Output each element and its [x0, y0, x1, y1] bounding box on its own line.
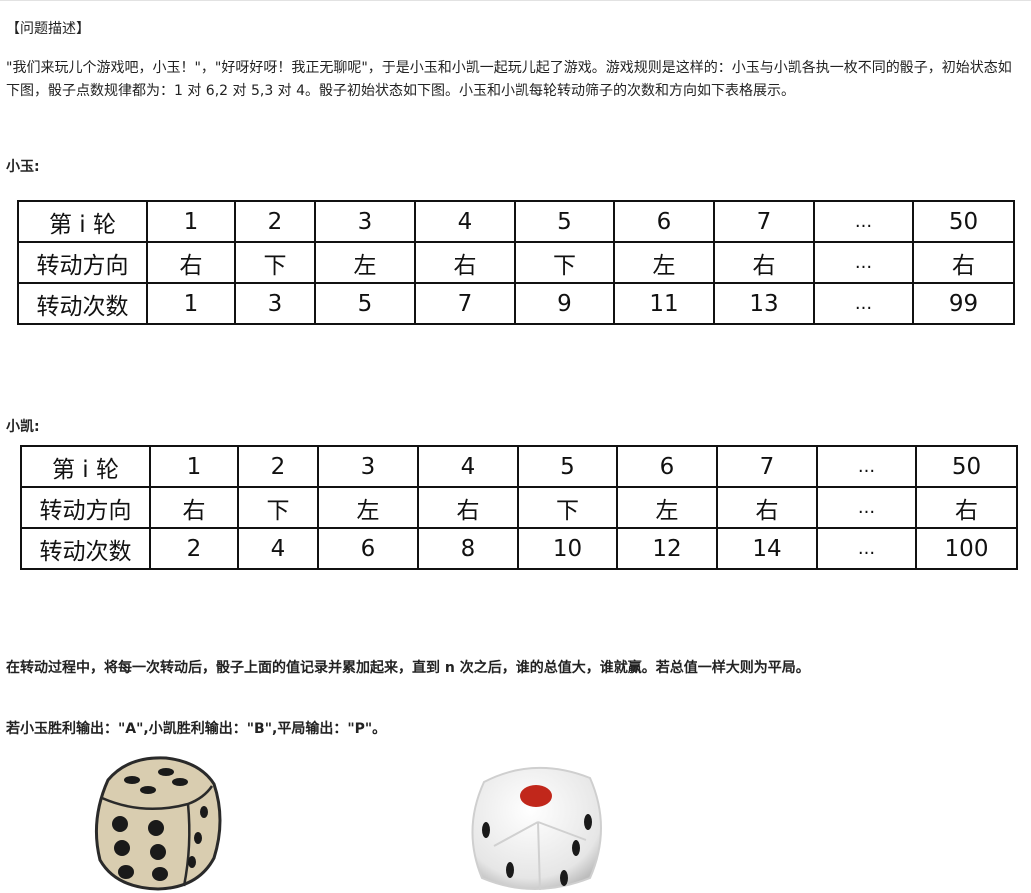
table-cell: 转动方向 [20, 486, 151, 529]
table-row: 转动方向 右 下 左 右 下 左 右 ... 右 [17, 241, 1015, 284]
table-cell: 4 [414, 200, 516, 243]
table-cell: 3 [314, 200, 416, 243]
table-cell: 1 [149, 445, 239, 488]
table-cell: ... [816, 527, 917, 570]
table-cell: 2 [149, 527, 239, 570]
table-cell: 12 [616, 527, 718, 570]
rule-note: 在转动过程中，将每一次转动后，骰子上面的值记录并累加起来，直到 n 次之后，谁的… [6, 660, 810, 676]
table-cell: 右 [417, 486, 519, 529]
table-cell: 转动次数 [20, 527, 151, 570]
table-cell: ... [813, 200, 914, 243]
table-cell: 2 [234, 200, 316, 243]
xiaokai-dice-icon [471, 766, 602, 891]
table-cell: 左 [317, 486, 419, 529]
table-cell: 6 [317, 527, 419, 570]
table-cell: 7 [716, 445, 818, 488]
table-cell: 5 [514, 200, 615, 243]
table-cell: 3 [317, 445, 419, 488]
table-cell: 右 [716, 486, 818, 529]
xiaoyu-table: 第 i 轮 1 2 3 4 5 6 7 ... 50 转动方向 右 下 左 右 … [17, 200, 1015, 325]
table-cell: 下 [237, 486, 319, 529]
table-cell: 2 [237, 445, 319, 488]
xiaoyu-dice-icon [94, 756, 222, 891]
table-cell: 右 [713, 241, 815, 284]
table-cell: 1 [146, 200, 236, 243]
table-cell: 转动方向 [17, 241, 148, 284]
table-cell: 13 [713, 282, 815, 325]
table-cell: 7 [713, 200, 815, 243]
xiaoyu-label: 小玉: [6, 159, 40, 175]
table-cell: 1 [146, 282, 236, 325]
table-cell: 6 [613, 200, 715, 243]
table-cell: 14 [716, 527, 818, 570]
table-cell: 第 i 轮 [20, 445, 151, 488]
table-cell: 50 [915, 445, 1018, 488]
table-cell: 50 [912, 200, 1015, 243]
table-cell: 右 [414, 241, 516, 284]
problem-heading: 【问题描述】 [6, 21, 90, 37]
table-cell: 左 [616, 486, 718, 529]
table-cell: 下 [517, 486, 618, 529]
table-row: 转动次数 1 3 5 7 9 11 13 ... 99 [17, 282, 1015, 325]
table-row: 转动方向 右 下 左 右 下 左 右 ... 右 [20, 486, 1018, 529]
table-cell: 右 [146, 241, 236, 284]
table-cell: 右 [149, 486, 239, 529]
table-cell: 4 [237, 527, 319, 570]
table-cell: 下 [514, 241, 615, 284]
table-cell: 右 [915, 486, 1018, 529]
table-cell: 9 [514, 282, 615, 325]
table-cell: ... [816, 445, 917, 488]
table-cell: 右 [912, 241, 1015, 284]
output-note: 若小玉胜利输出："A",小凯胜利输出："B",平局输出："P"。 [6, 721, 387, 737]
table-cell: 7 [414, 282, 516, 325]
table-cell: 5 [314, 282, 416, 325]
table-cell: ... [813, 282, 914, 325]
table-cell: 100 [915, 527, 1018, 570]
table-cell: 10 [517, 527, 618, 570]
table-cell: 99 [912, 282, 1015, 325]
table-row: 第 i 轮 1 2 3 4 5 6 7 ... 50 [17, 200, 1015, 243]
table-cell: 转动次数 [17, 282, 148, 325]
table-cell: 6 [616, 445, 718, 488]
table-cell: 3 [234, 282, 316, 325]
xiaokai-label: 小凯: [6, 419, 40, 435]
table-cell: 左 [613, 241, 715, 284]
table-row: 转动次数 2 4 6 8 10 12 14 ... 100 [20, 527, 1018, 570]
xiaokai-table: 第 i 轮 1 2 3 4 5 6 7 ... 50 转动方向 右 下 左 右 … [20, 445, 1018, 570]
table-row: 第 i 轮 1 2 3 4 5 6 7 ... 50 [20, 445, 1018, 488]
table-cell: 第 i 轮 [17, 200, 148, 243]
table-cell: ... [813, 241, 914, 284]
table-cell: 8 [417, 527, 519, 570]
table-cell: 11 [613, 282, 715, 325]
table-cell: 下 [234, 241, 316, 284]
table-cell: 4 [417, 445, 519, 488]
table-cell: ... [816, 486, 917, 529]
table-cell: 左 [314, 241, 416, 284]
table-cell: 5 [517, 445, 618, 488]
top-divider [0, 0, 1031, 1]
problem-description: "我们来玩儿个游戏吧，小玉！"，"好呀好呀！我正无聊呢"，于是小玉和小凯一起玩儿… [6, 60, 1012, 99]
